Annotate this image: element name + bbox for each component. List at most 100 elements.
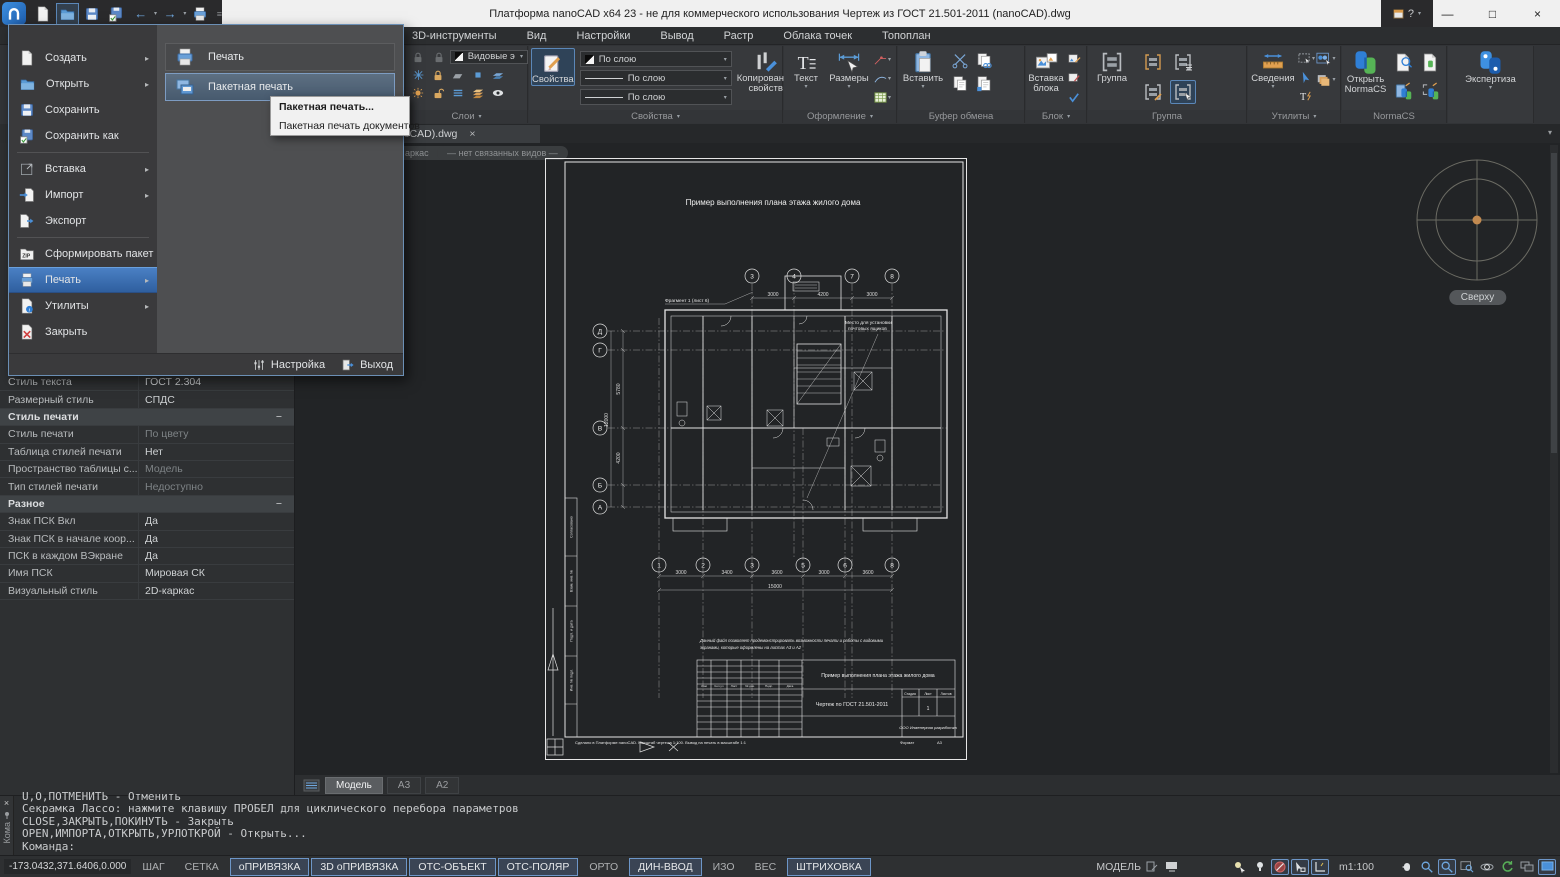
property-row[interactable]: Размерный стильСПДС	[0, 391, 294, 408]
tab-3d-tools[interactable]: 3D-инструменты	[412, 30, 497, 42]
menu-item-insert[interactable]: Вставка▸	[9, 156, 157, 182]
view-compass[interactable]: Сверху	[1405, 152, 1550, 310]
light-cursor-icon[interactable]	[1231, 859, 1249, 875]
isolate-objects-icon[interactable]: ▾	[1316, 50, 1336, 67]
property-row[interactable]: ПСК в каждом ВЭкранеДа	[0, 548, 294, 565]
layer-freeze-dim-icon[interactable]	[429, 48, 449, 65]
group-select-icon[interactable]	[1170, 80, 1196, 104]
copy-icon[interactable]	[950, 75, 970, 92]
property-row[interactable]: Стиль печатиПо цвету	[0, 426, 294, 443]
menu-item-etransmit[interactable]: Сформировать пакет	[9, 241, 157, 267]
tab-view[interactable]: Вид	[527, 30, 547, 42]
space-mode-label[interactable]: МОДЕЛЬ	[1096, 861, 1141, 873]
new-file-button[interactable]	[32, 3, 54, 25]
toggle-ortho[interactable]: ОРТО	[580, 858, 627, 876]
copy-with-basepoint-icon[interactable]	[974, 52, 994, 69]
cut-icon[interactable]	[950, 52, 970, 69]
normacs-link-icon[interactable]	[1418, 79, 1442, 103]
select-frame-icon[interactable]: ▾	[1296, 50, 1316, 67]
open-normacs-button[interactable]: Открыть NormaCS	[1344, 48, 1387, 96]
paste-button[interactable]: Вставить ▾	[900, 48, 946, 91]
menu-settings-button[interactable]: Настройка	[252, 358, 325, 372]
collapse-icon[interactable]: −	[276, 498, 294, 510]
layer-plane-icon[interactable]	[448, 66, 468, 83]
fast-text-icon[interactable]: T	[1296, 88, 1316, 105]
orbit-icon[interactable]	[1478, 859, 1496, 875]
block-redefine-icon[interactable]	[1064, 69, 1084, 86]
command-pin-icon[interactable]	[3, 811, 11, 819]
normacs-paste-icon[interactable]	[1391, 79, 1415, 103]
table-icon[interactable]: ▾	[872, 89, 892, 106]
expertise-button[interactable]: Экспертиза ▾	[1461, 48, 1521, 92]
toggle-otrack-object[interactable]: ОТС-ОБЪЕКТ	[409, 858, 495, 876]
command-history[interactable]: U,О,ПОТМЕНИТЬ - ОтменитьСекрамка Лассо: …	[22, 791, 1556, 855]
no-selection-cycling-icon[interactable]	[1271, 859, 1289, 875]
property-row[interactable]: Визуальный стиль2D-каркас	[0, 583, 294, 600]
property-row[interactable]: Знак ПСК ВклДа	[0, 513, 294, 530]
tab-point-clouds[interactable]: Облака точек	[783, 30, 852, 42]
property-row[interactable]: Тип стилей печатиНедоступно	[0, 478, 294, 495]
toggle-grid[interactable]: СЕТКА	[176, 858, 228, 876]
minimize-button[interactable]: —	[1425, 0, 1470, 27]
menu-item-utilities[interactable]: Утилиты▸	[9, 293, 157, 319]
panel-caret-icon[interactable]: ▾	[870, 113, 873, 120]
submenu-item-print[interactable]: Печать	[165, 43, 395, 71]
panel-caret-icon[interactable]: ▾	[677, 113, 680, 120]
tab-output[interactable]: Вывод	[660, 30, 693, 42]
normacs-find-doc-icon[interactable]	[1391, 50, 1415, 74]
command-close-icon[interactable]: ×	[4, 798, 9, 808]
text-button[interactable]: Текст ▾	[786, 48, 826, 91]
help-icon[interactable]: ?	[1408, 8, 1414, 20]
paste-as-block-icon[interactable]	[974, 75, 994, 92]
layer-lock-dim-icon[interactable]	[408, 48, 428, 65]
restore-button[interactable]: □	[1470, 0, 1515, 27]
zoom-extents-icon[interactable]	[1458, 859, 1476, 875]
menu-item-new[interactable]: Создать▸	[9, 45, 157, 71]
fullscreen-icon[interactable]	[1538, 859, 1556, 875]
toggle-otrack-polar[interactable]: ОТС-ПОЛЯР	[498, 858, 579, 876]
layer-unlock-icon[interactable]	[428, 84, 448, 101]
block-attrib-icon[interactable]	[1064, 88, 1084, 105]
selection-preview-icon[interactable]	[1291, 859, 1309, 875]
tab-topoplan[interactable]: Топоплан	[882, 30, 931, 42]
nanocad-logo[interactable]	[2, 2, 26, 25]
sheet-setup-icon[interactable]	[1143, 859, 1161, 875]
property-row[interactable]: Стиль текстаГОСТ 2.304	[0, 374, 294, 391]
lineweight-dropdown[interactable]: По слою ▾	[580, 89, 732, 105]
print-button[interactable]	[188, 3, 210, 25]
property-row[interactable]: Знак ПСК в начале коор...Да	[0, 531, 294, 548]
toggle-snap-step[interactable]: ШАГ	[133, 858, 173, 876]
toggle-hatch[interactable]: ШТРИХОВКА	[787, 858, 871, 876]
group-manager-icon[interactable]	[1170, 50, 1196, 74]
popup-item-batch-print[interactable]: Пакетная печать...	[271, 97, 409, 116]
zoom-realtime-icon[interactable]	[1418, 859, 1436, 875]
undo-button[interactable]: ←	[130, 3, 152, 25]
layer-visibility-icon[interactable]	[488, 84, 508, 101]
menu-item-save-as[interactable]: Сохранить как	[9, 123, 157, 149]
quick-select-icon[interactable]	[1296, 69, 1316, 86]
layer-states-icon[interactable]	[448, 84, 468, 101]
redo-button[interactable]: →	[159, 3, 181, 25]
panel-caret-icon[interactable]: ▾	[1313, 113, 1316, 120]
toggle-osnap[interactable]: оПРИВЯЗКА	[230, 858, 310, 876]
info-button[interactable]: Сведения ▾	[1250, 48, 1296, 91]
save-button[interactable]	[81, 3, 103, 25]
redo-caret-icon[interactable]: ▾	[183, 10, 186, 17]
group-create-icon[interactable]	[1140, 50, 1166, 74]
layers-stack-icon[interactable]	[468, 84, 488, 101]
viewport-dropdown[interactable]: Видовые э... ▾	[450, 50, 528, 64]
menu-item-export[interactable]: Экспорт	[9, 208, 157, 234]
toggle-iso[interactable]: ИЗО	[704, 858, 744, 876]
layer-lock-icon[interactable]	[428, 66, 448, 83]
group-button[interactable]: Группа	[1090, 48, 1134, 84]
menu-item-import[interactable]: Импорт▸	[9, 182, 157, 208]
menu-item-close[interactable]: Закрыть	[9, 319, 157, 345]
property-row[interactable]: Имя ПСКМировая СК	[0, 565, 294, 582]
viewports-icon[interactable]	[1518, 859, 1536, 875]
zoom-window-icon[interactable]	[1438, 859, 1456, 875]
leader-icon[interactable]: ▾	[872, 51, 892, 68]
layer-pin-icon[interactable]	[488, 66, 508, 83]
drawing-canvas[interactable]: аркас — нет связанных видов — Пример вып…	[295, 143, 1560, 775]
qat-customize-icon[interactable]: ≡	[217, 9, 222, 19]
toggle-lineweight[interactable]: ВЕС	[746, 858, 786, 876]
